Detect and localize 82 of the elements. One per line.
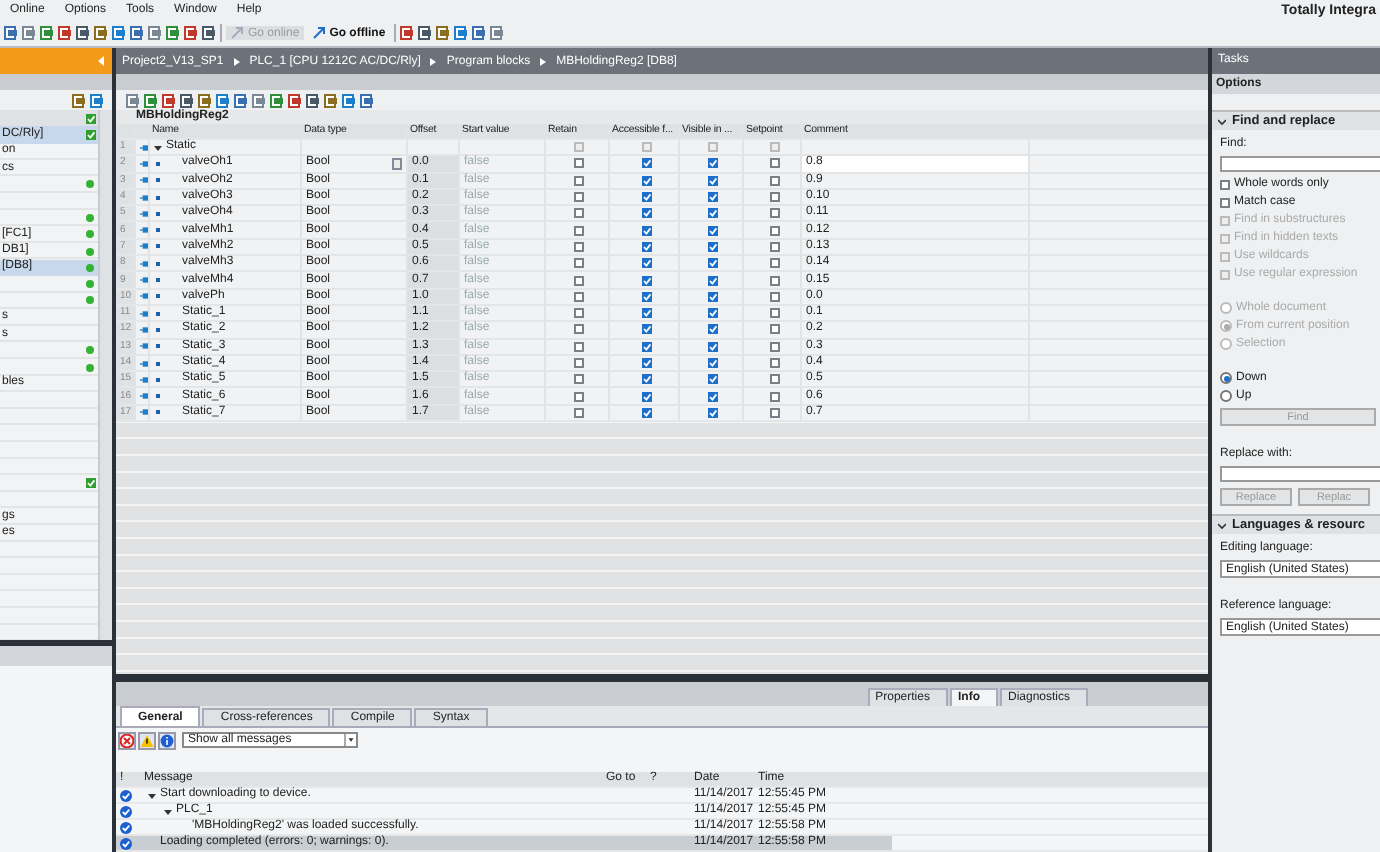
interface-icon <box>140 342 148 351</box>
checkbox[interactable] <box>574 258 584 269</box>
checkbox[interactable] <box>769 358 779 368</box>
interface-icon <box>140 226 148 235</box>
interface-icon <box>140 159 148 168</box>
interface-icon <box>140 309 148 318</box>
checkbox[interactable] <box>574 225 584 236</box>
error-filter-button[interactable] <box>118 731 136 749</box>
interface-icon <box>140 392 148 401</box>
panel-header <box>0 646 112 666</box>
status-dot <box>86 180 94 189</box>
checkbox[interactable] <box>574 391 584 402</box>
interface-icon <box>140 359 148 367</box>
info-filter-button[interactable] <box>158 731 176 749</box>
status-dot <box>86 296 94 305</box>
status-dot <box>86 263 94 272</box>
interface-icon <box>140 143 148 152</box>
dropdown-arrow-icon[interactable] <box>344 734 356 746</box>
status-dot <box>86 280 94 289</box>
checkbox[interactable] <box>769 175 779 186</box>
interface-icon <box>140 259 148 268</box>
checkbox[interactable] <box>769 291 779 302</box>
checkbox[interactable] <box>574 192 584 203</box>
checkbox[interactable] <box>769 374 779 385</box>
checkbox[interactable] <box>574 175 584 186</box>
scrollbar[interactable] <box>98 110 112 640</box>
checkbox[interactable] <box>574 208 584 219</box>
checkbox[interactable] <box>574 341 584 352</box>
browse-button[interactable] <box>392 157 402 170</box>
checkbox[interactable] <box>574 241 584 252</box>
checkbox[interactable] <box>769 324 779 335</box>
checkbox[interactable] <box>769 407 779 418</box>
header-bar <box>0 74 112 90</box>
expand-arrow-icon[interactable] <box>148 791 156 799</box>
status-dot <box>86 230 94 239</box>
interface-icon <box>140 292 148 301</box>
radio-button[interactable] <box>1220 372 1232 384</box>
expand-arrow-icon[interactable] <box>154 143 162 152</box>
checkbox[interactable] <box>574 324 584 335</box>
checkbox[interactable] <box>1220 179 1230 189</box>
interface-icon <box>140 193 148 202</box>
interface-icon <box>140 276 148 285</box>
checkbox[interactable] <box>1220 197 1230 207</box>
separator-arrow-icon <box>430 57 437 65</box>
checkbox[interactable] <box>769 275 779 286</box>
checkbox[interactable] <box>574 291 584 302</box>
checkbox[interactable] <box>574 374 584 385</box>
checkbox[interactable] <box>769 391 779 402</box>
status-dot <box>86 247 94 256</box>
check-icon <box>85 478 95 489</box>
radio-button[interactable] <box>1220 390 1232 402</box>
replace-field[interactable] <box>1220 466 1380 482</box>
separator-arrow-icon <box>233 57 240 65</box>
interface-icon <box>140 209 148 218</box>
checkbox[interactable] <box>769 225 779 236</box>
checkbox[interactable] <box>769 241 779 252</box>
checkbox[interactable] <box>769 158 779 169</box>
expand-arrow-icon[interactable] <box>164 807 172 815</box>
interface-icon <box>140 242 148 251</box>
checkbox[interactable] <box>769 308 779 319</box>
interface-icon <box>140 375 148 384</box>
checkbox[interactable] <box>574 358 584 368</box>
find-field[interactable] <box>1220 156 1380 172</box>
warning-filter-button[interactable] <box>138 731 156 749</box>
arrow-icon <box>230 26 244 40</box>
checkbox[interactable] <box>574 158 584 169</box>
check-icon <box>85 129 95 140</box>
checkbox[interactable] <box>574 407 584 418</box>
separator-arrow-icon <box>540 57 547 65</box>
checkbox[interactable] <box>769 192 779 203</box>
checkbox[interactable] <box>769 258 779 269</box>
status-dot <box>86 213 94 222</box>
interface-icon <box>140 176 148 185</box>
checkbox[interactable] <box>769 208 779 219</box>
arrow-icon <box>311 26 326 40</box>
checkbox[interactable] <box>769 341 779 352</box>
interface-icon <box>140 408 148 417</box>
status-dot <box>86 346 94 355</box>
interface-icon <box>140 325 148 334</box>
checkbox[interactable] <box>574 275 584 286</box>
status-dot <box>86 363 94 372</box>
checkbox[interactable] <box>574 308 584 319</box>
